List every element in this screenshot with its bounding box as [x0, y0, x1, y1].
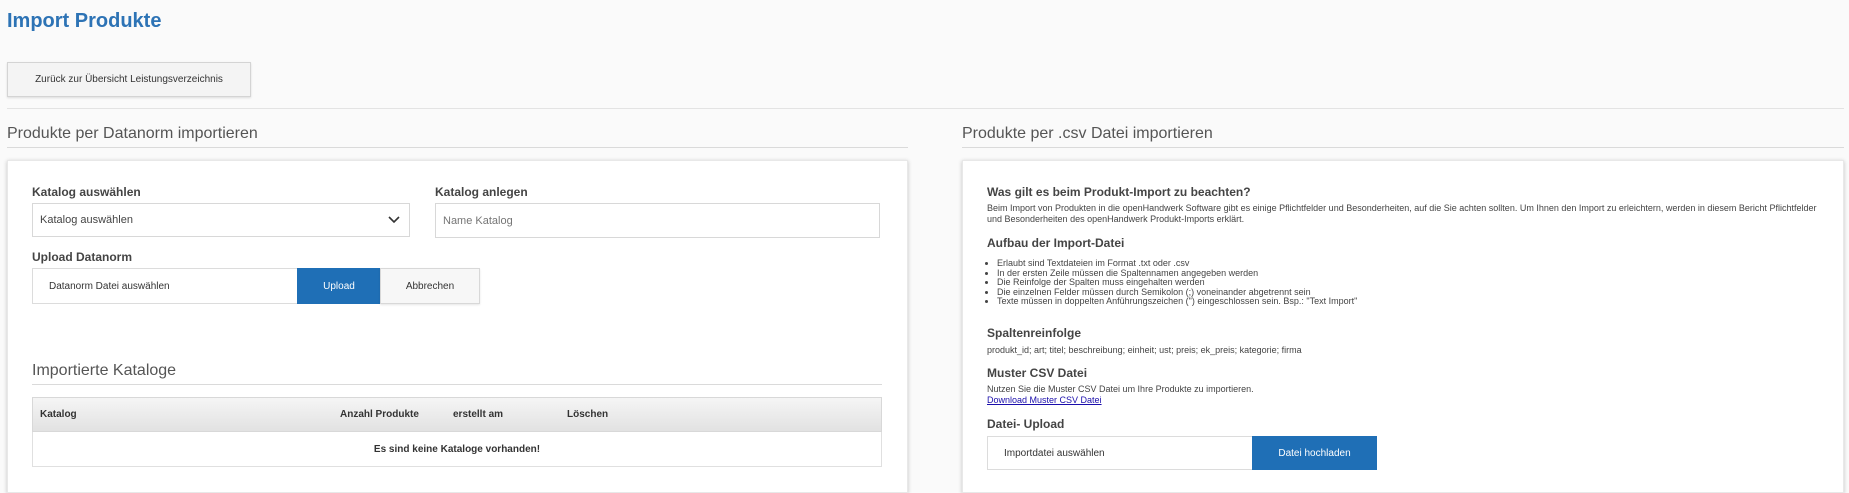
csv-intro-text: Beim Import von Produkten in die openHan… — [987, 203, 1817, 224]
imported-catalogs-divider — [32, 384, 882, 385]
datanorm-file-picker[interactable]: Datanorm Datei auswählen — [32, 268, 298, 304]
csv-upload-heading: Datei- Upload — [987, 417, 1065, 431]
csv-structure-list: Erlaubt sind Textdateien im Format .txt … — [983, 258, 1357, 307]
header-divider — [7, 108, 1844, 109]
cancel-button[interactable]: Abbrechen — [380, 268, 480, 304]
imported-catalogs-title: Importierte Kataloge — [32, 362, 177, 379]
csv-intro-heading: Was gilt es beim Produkt-Import zu beach… — [987, 185, 1251, 199]
katalog-select-value: Katalog auswählen — [40, 214, 133, 226]
page-title: Import Produkte — [7, 10, 162, 32]
csv-sample-heading: Muster CSV Datei — [987, 366, 1088, 380]
csv-columns-heading: Spaltenreinfolge — [987, 326, 1082, 340]
csv-section-divider — [962, 147, 1844, 148]
katalog-select[interactable]: Katalog auswählen — [32, 203, 410, 237]
csv-columns-text: produkt_id; art; titel; beschreibung; ei… — [987, 345, 1302, 355]
column-header-erstellt-am: erstellt am — [453, 409, 504, 420]
datanorm-section-divider — [7, 147, 908, 148]
column-header-loeschen: Löschen — [567, 409, 609, 420]
katalog-name-input[interactable] — [435, 203, 880, 238]
catalog-table-empty-row: Es sind keine Kataloge vorhanden! — [32, 432, 882, 467]
column-header-katalog: Katalog — [40, 409, 77, 420]
back-to-overview-button[interactable]: Zurück zur Übersicht Leistungsverzeichni… — [7, 62, 251, 97]
upload-button[interactable]: Upload — [297, 268, 381, 304]
csv-section-title: Produkte per .csv Datei importieren — [962, 125, 1213, 142]
download-sample-csv-link[interactable]: Download Muster CSV Datei — [987, 395, 1102, 405]
katalog-select-label: Katalog auswählen — [32, 185, 141, 199]
csv-file-picker[interactable]: Importdatei auswählen — [987, 436, 1253, 470]
katalog-create-label: Katalog anlegen — [435, 185, 528, 199]
chevron-down-icon — [388, 216, 400, 224]
csv-structure-heading: Aufbau der Import-Datei — [987, 236, 1125, 250]
upload-file-button[interactable]: Datei hochladen — [1252, 436, 1377, 470]
upload-datanorm-label: Upload Datanorm — [32, 250, 133, 264]
csv-sample-text: Nutzen Sie die Muster CSV Datei um Ihre … — [987, 384, 1254, 394]
list-item: Texte müssen in doppelten Anführungszeic… — [997, 296, 1357, 307]
column-header-anzahl-produkte: Anzahl Produkte — [340, 409, 419, 420]
datanorm-section-title: Produkte per Datanorm importieren — [7, 125, 258, 142]
catalog-table-header: Katalog Anzahl Produkte erstellt am Lösc… — [32, 397, 882, 432]
